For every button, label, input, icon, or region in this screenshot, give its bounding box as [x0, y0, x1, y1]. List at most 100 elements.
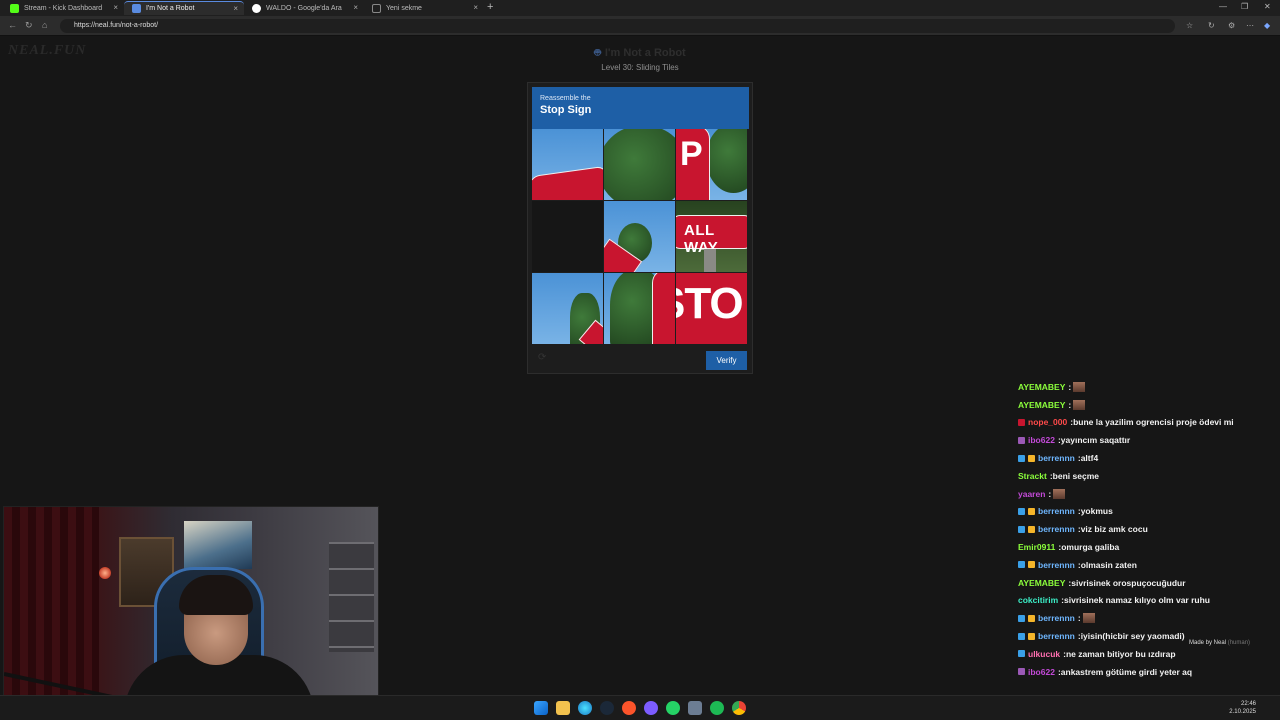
close-icon[interactable]: × [233, 4, 238, 13]
chat-badge-icon [1028, 454, 1035, 462]
chat-username[interactable]: berrennn [1038, 453, 1075, 463]
chat-message: AYEMABEY: [1018, 396, 1280, 414]
close-icon[interactable]: × [353, 3, 358, 12]
chat-emote-icon [1073, 399, 1086, 410]
chat-message: Strackt: beni seçme [1018, 467, 1280, 485]
back-icon[interactable]: ← [8, 20, 17, 30]
bookmark-star-icon[interactable]: ☆ [1186, 21, 1193, 30]
chat-text: bune la yazilim ogrencisi proje ödevi mi [1073, 417, 1234, 428]
puzzle-tile[interactable] [604, 273, 675, 344]
chat-message: berrennn: viz biz amk cocu [1018, 520, 1280, 538]
chat-username[interactable]: ibo622 [1028, 667, 1055, 677]
chat-username[interactable]: berrennn [1038, 613, 1075, 623]
copilot-icon[interactable]: ◆ [1264, 21, 1270, 30]
settings-icon[interactable] [688, 701, 702, 715]
files-icon[interactable] [556, 701, 570, 715]
reload-icon[interactable]: ↻ [25, 20, 33, 31]
chat-badge-icon [1018, 668, 1025, 676]
chat-separator: : [1077, 613, 1081, 624]
chat-username[interactable]: Emir0911 [1018, 542, 1055, 552]
chat-emote-icon [1082, 613, 1095, 624]
robot-favicon-icon [132, 4, 141, 13]
wave-poster [184, 521, 252, 569]
chat-badge-icon [1018, 525, 1025, 533]
whatsapp-icon[interactable] [666, 701, 680, 715]
home-icon[interactable]: ⌂ [42, 20, 47, 30]
tab-waldo-google[interactable]: WALDO - Google'da Ara × [244, 1, 364, 15]
spotify-icon[interactable] [710, 701, 724, 715]
steam-icon[interactable] [600, 701, 614, 715]
verify-button[interactable]: Verify [706, 351, 747, 370]
chat-username[interactable]: berrennn [1038, 524, 1075, 534]
puzzle-tile[interactable] [604, 129, 675, 200]
chat-text: olmasin zaten [1080, 559, 1137, 570]
chat-username[interactable]: berrennn [1038, 560, 1075, 570]
start-icon[interactable] [534, 701, 548, 715]
chat-badge-icon [1018, 614, 1025, 622]
chat-text: sivrisinek namaz kılıyo olm var ruhu [1064, 595, 1210, 606]
chat-emote-icon [1073, 381, 1086, 392]
chat-badge-icon [1018, 436, 1025, 444]
chat-username[interactable]: AYEMABEY [1018, 382, 1065, 392]
page-title-text: I'm Not a Robot [604, 47, 686, 59]
captcha-prompt-target: Stop Sign [540, 104, 592, 116]
tab-new-tab[interactable]: Yeni sekme × [364, 1, 484, 15]
close-icon[interactable]: × [473, 3, 478, 12]
page-title: 🤖︎ I'm Not a Robot [0, 46, 1280, 61]
captcha-header: Reassemble the Stop Sign [532, 87, 749, 129]
url-field[interactable]: https://neal.fun/not-a-robot/ [60, 19, 1175, 33]
menu-dots-icon[interactable]: ⋯ [1246, 21, 1254, 30]
chat-text: sivrisinek orospuçocuğudur [1071, 577, 1186, 588]
window-close-icon[interactable]: ✕ [1264, 2, 1271, 11]
puzzle-tile[interactable]: ALL WAY [676, 201, 747, 272]
chat-username[interactable]: AYEMABEY [1018, 400, 1065, 410]
chat-username[interactable]: berrennn [1038, 506, 1075, 516]
minimize-icon[interactable]: — [1219, 2, 1227, 11]
chat-username[interactable]: cokcitirim [1018, 595, 1058, 605]
edge-icon[interactable] [578, 701, 592, 715]
stream-chat-overlay: AYEMABEY: AYEMABEY: nope_000: bune la ya… [1018, 378, 1280, 677]
chat-text: yokmus [1080, 506, 1113, 517]
page-favicon-icon [372, 3, 381, 13]
chat-username[interactable]: yaaren [1018, 489, 1045, 499]
tab-label: WALDO - Google'da Ara [266, 4, 342, 12]
chat-username[interactable]: berrennn [1038, 631, 1075, 641]
extensions-icon[interactable]: ⚙ [1228, 21, 1235, 30]
refresh-extension-icon[interactable]: ↻ [1208, 21, 1215, 30]
captcha-card: Reassemble the Stop Sign P ALL WAY TO ⟳ … [527, 82, 753, 374]
chat-badge-icon [1018, 650, 1025, 658]
chat-username[interactable]: ulkucuk [1028, 649, 1060, 659]
chat-username[interactable]: ibo622 [1028, 435, 1055, 445]
puzzle-tile[interactable]: STO [676, 273, 747, 344]
tab-label: I'm Not a Robot [146, 5, 195, 12]
refresh-icon[interactable]: ⟳ [538, 352, 546, 363]
chat-text: iyisin(hicbir sey yaomadi) [1080, 631, 1185, 642]
chrome-icon[interactable] [732, 701, 746, 715]
maximize-icon[interactable]: ❐ [1241, 2, 1248, 11]
empty-slot[interactable] [532, 201, 603, 272]
chat-badge-icon [1018, 418, 1025, 426]
puzzle-tile[interactable] [532, 129, 603, 200]
chat-text: beni seçme [1052, 470, 1099, 481]
brave-icon[interactable] [622, 701, 636, 715]
chat-message: berrennn: yokmus [1018, 503, 1280, 521]
chat-username[interactable]: Strackt [1018, 471, 1047, 481]
chat-text: ne zaman bitiyor bu ızdırap [1065, 648, 1176, 659]
tab-not-a-robot[interactable]: I'm Not a Robot × [124, 1, 244, 15]
chat-username[interactable]: nope_000 [1028, 417, 1067, 427]
discord-icon[interactable] [644, 701, 658, 715]
puzzle-tile[interactable]: P [676, 129, 747, 200]
new-tab-button[interactable]: + [487, 1, 493, 13]
address-bar-row: ← ↻ ⌂ https://neal.fun/not-a-robot/ ☆ ↻ … [0, 16, 1280, 36]
sliding-tile-grid: P ALL WAY STO [532, 129, 749, 346]
puzzle-tile[interactable] [532, 273, 603, 344]
puzzle-tile[interactable] [604, 201, 675, 272]
chat-message: yaaren: [1018, 485, 1280, 503]
close-icon[interactable]: × [113, 3, 118, 12]
tile-letters: STO [676, 279, 744, 328]
tab-kick-dashboard[interactable]: Stream - Kick Dashboard × [2, 1, 124, 15]
chat-username[interactable]: AYEMABEY [1018, 578, 1065, 588]
system-clock[interactable]: 22:46 2.10.2025 [1229, 700, 1256, 716]
chat-message: AYEMABEY: [1018, 378, 1280, 396]
chat-message: nope_000: bune la yazilim ogrencisi proj… [1018, 414, 1280, 432]
